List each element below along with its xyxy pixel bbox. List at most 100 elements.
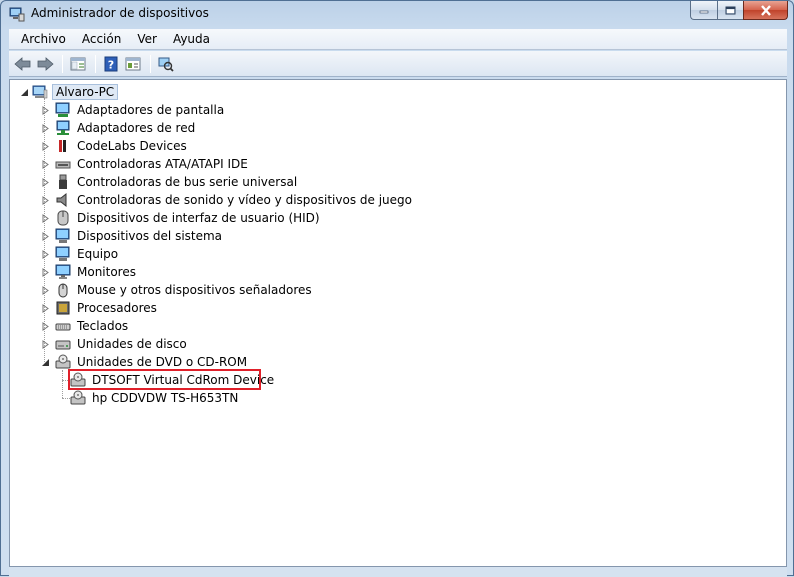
keyboard-icon: [55, 323, 71, 331]
tree-category-node[interactable]: Adaptadores de red: [38, 119, 197, 137]
forward-arrow-icon: [37, 56, 54, 71]
device-manager-icon: [9, 7, 25, 22]
category-label: Controladoras de sonido y vídeo y dispos…: [77, 193, 412, 207]
back-arrow-icon: [14, 56, 31, 71]
expand-arrow-icon[interactable]: [41, 196, 50, 205]
scan-hardware-changes-button[interactable]: [156, 54, 176, 74]
tree-category-node[interactable]: Unidades de disco: [38, 335, 189, 353]
maximize-icon: [725, 6, 736, 14]
device-tree[interactable]: Alvaro-PC Adaptadores de pantalla Adapta…: [9, 79, 787, 567]
disk-drive-icon: [55, 340, 71, 350]
tree-category-node[interactable]: CodeLabs Devices: [38, 137, 189, 155]
tree-category-node[interactable]: Dispositivos de interfaz de usuario (HID…: [38, 209, 322, 227]
window-title: Administrador de dispositivos: [31, 6, 209, 20]
category-label: Dispositivos de interfaz de usuario (HID…: [77, 211, 320, 225]
expand-arrow-icon[interactable]: [41, 178, 50, 187]
ide-controller-icon: [55, 161, 71, 169]
tree-device-node[interactable]: hp CDDVDW TS-H653TN: [70, 389, 240, 407]
menu-bar: Archivo Acción Ver Ayuda: [9, 29, 787, 50]
category-label: Teclados: [77, 319, 129, 333]
title-bar[interactable]: Administrador de dispositivos: [1, 1, 793, 29]
help-icon: ?: [104, 56, 118, 71]
monitor-icon: [55, 264, 71, 279]
tree-category-node[interactable]: Monitores: [38, 263, 138, 281]
expand-arrow-icon[interactable]: [41, 250, 50, 259]
collapse-arrow-icon[interactable]: [41, 358, 50, 367]
root-label: Alvaro-PC: [52, 84, 119, 100]
category-label: Controladoras ATA/ATAPI IDE: [77, 157, 248, 171]
expand-arrow-icon[interactable]: [41, 160, 50, 169]
dvd-drive-icon: [55, 354, 71, 369]
console-tree-icon: [70, 57, 86, 70]
category-label: Monitores: [77, 265, 136, 279]
category-label: CodeLabs Devices: [77, 139, 187, 153]
expand-arrow-icon[interactable]: [41, 142, 50, 151]
collapse-arrow-icon[interactable]: [20, 88, 29, 97]
category-label: Adaptadores de red: [77, 121, 196, 135]
tree-line: [62, 398, 70, 399]
category-label: Procesadores: [77, 301, 157, 315]
menu-ver[interactable]: Ver: [129, 30, 165, 49]
display-adapter-icon: [55, 102, 70, 117]
expand-arrow-icon[interactable]: [41, 124, 50, 133]
expand-arrow-icon[interactable]: [41, 340, 50, 349]
sound-controller-icon: [56, 192, 67, 208]
expand-arrow-icon[interactable]: [41, 268, 50, 277]
expand-arrow-icon[interactable]: [41, 214, 50, 223]
show-hide-console-tree-button[interactable]: [68, 54, 88, 74]
minimize-button[interactable]: [690, 1, 717, 20]
mouse-icon: [58, 283, 68, 298]
properties-button[interactable]: [123, 54, 143, 74]
toolbar: ?: [9, 51, 787, 77]
maximize-button[interactable]: [717, 1, 743, 20]
close-button[interactable]: [743, 1, 788, 20]
category-label: Equipo: [77, 247, 119, 261]
processor-icon: [56, 301, 70, 315]
menu-ayuda[interactable]: Ayuda: [165, 30, 218, 49]
device-label: hp CDDVDW TS-H653TN: [92, 391, 239, 405]
expand-arrow-icon[interactable]: [41, 304, 50, 313]
help-button[interactable]: ?: [101, 54, 121, 74]
tree-category-node[interactable]: Dispositivos del sistema: [38, 227, 224, 245]
back-button[interactable]: [13, 54, 33, 74]
tree-root-node[interactable]: Alvaro-PC: [20, 83, 119, 101]
properties-icon: [125, 57, 141, 70]
tree-category-node[interactable]: Equipo: [38, 245, 120, 263]
computer-icon: [55, 246, 70, 261]
forward-button[interactable]: [35, 54, 55, 74]
menu-archivo[interactable]: Archivo: [13, 30, 74, 49]
tree-category-node[interactable]: Teclados: [38, 317, 130, 335]
category-label: Adaptadores de pantalla: [77, 103, 225, 117]
toolbar-separator: [95, 54, 96, 73]
tree-category-node[interactable]: Controladoras ATA/ATAPI IDE: [38, 155, 250, 173]
hid-device-icon: [57, 210, 69, 226]
category-label: Unidades de DVD o CD-ROM: [77, 355, 248, 369]
expand-arrow-icon[interactable]: [41, 232, 50, 241]
toolbar-separator: [62, 54, 63, 73]
expand-arrow-icon[interactable]: [41, 106, 50, 115]
computer-icon: [32, 85, 48, 99]
codelabs-device-icon: [59, 140, 66, 152]
tree-category-node[interactable]: Controladoras de sonido y vídeo y dispos…: [38, 191, 414, 209]
menu-accion[interactable]: Acción: [74, 30, 129, 49]
minimize-icon: [699, 10, 709, 14]
scan-hardware-icon: [158, 57, 174, 72]
device-manager-window: Administrador de dispositivos Archivo Ac…: [0, 0, 794, 577]
dvd-drive-icon: [70, 390, 86, 405]
tree-category-node[interactable]: Mouse y otros dispositivos señaladores: [38, 281, 314, 299]
expand-arrow-icon[interactable]: [41, 322, 50, 331]
tree-line: [62, 370, 63, 398]
usb-controller-icon: [59, 174, 67, 189]
category-label: Dispositivos del sistema: [77, 229, 223, 243]
tree-category-node[interactable]: Procesadores: [38, 299, 159, 317]
toolbar-separator: [150, 54, 151, 73]
category-label: Unidades de disco: [77, 337, 187, 351]
expand-arrow-icon[interactable]: [41, 286, 50, 295]
red-highlight-box: [68, 369, 261, 390]
svg-text:?: ?: [108, 58, 114, 71]
system-device-icon: [55, 228, 70, 243]
tree-category-node[interactable]: Controladoras de bus serie universal: [38, 173, 299, 191]
tree-category-node[interactable]: Adaptadores de pantalla: [38, 101, 226, 119]
caption-buttons: [690, 1, 788, 21]
close-icon: [760, 4, 771, 16]
